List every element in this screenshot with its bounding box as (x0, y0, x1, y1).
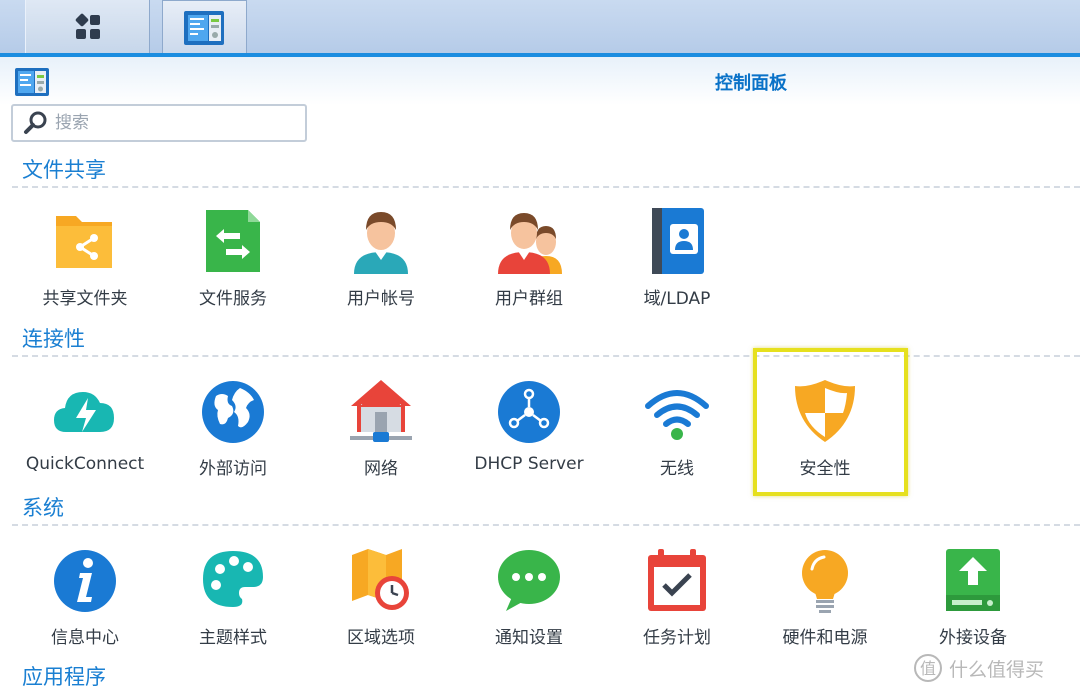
task-scheduler-icon (648, 549, 706, 611)
control-panel-icon (183, 10, 224, 45)
item-label: DHCP Server (474, 454, 584, 474)
watermark-logo-icon: 值 (914, 654, 942, 682)
item-file-services[interactable]: 文件服务 (159, 200, 307, 320)
window-title: 控制面板 (715, 73, 787, 94)
item-quickconnect[interactable]: QuickConnect (11, 370, 159, 490)
notification-icon (498, 550, 560, 611)
item-user-account[interactable]: 用户帐号 (307, 200, 455, 320)
svg-text:值: 值 (920, 659, 936, 678)
bulb-icon (802, 550, 848, 613)
section-title-file-sharing: 文件共享 (22, 158, 106, 182)
window-header: 控制面板 (0, 57, 1080, 105)
item-hardware-power[interactable]: 硬件和电源 (751, 539, 899, 659)
section-title-applications: 应用程序 (22, 665, 106, 689)
user-icon (354, 212, 408, 274)
quickconnect-icon (54, 392, 114, 432)
wireless-icon (645, 390, 709, 440)
item-label: 通知设置 (495, 628, 563, 648)
watermark-text: 什么值得买 (949, 658, 1045, 681)
theme-icon (203, 551, 263, 607)
shared-folder-icon (56, 216, 112, 268)
item-theme[interactable]: 主题样式 (159, 539, 307, 659)
item-label: 文件服务 (199, 289, 267, 309)
item-info-center[interactable]: 信息中心 (11, 539, 159, 659)
section-divider (12, 524, 1080, 526)
item-label: 任务计划 (643, 628, 711, 648)
item-domain-ldap[interactable]: 域/LDAP (603, 200, 751, 320)
group-icon (498, 213, 562, 274)
regional-options-icon (352, 549, 409, 610)
dhcp-server-icon (498, 381, 560, 443)
item-label: 外接设备 (939, 628, 1007, 648)
domain-ldap-icon (652, 208, 704, 274)
item-external-access[interactable]: 外部访问 (159, 370, 307, 490)
item-wireless[interactable]: 无线 (603, 370, 751, 490)
item-label: 共享文件夹 (42, 289, 128, 309)
item-label: 用户帐号 (347, 289, 415, 309)
item-notification[interactable]: 通知设置 (455, 539, 603, 659)
control-panel-task-button[interactable] (162, 0, 247, 54)
item-label: 硬件和电源 (782, 628, 868, 648)
item-label: 区域选项 (347, 628, 415, 648)
main-menu-icon (75, 13, 100, 39)
main-menu-button[interactable] (25, 0, 150, 54)
network-icon (350, 380, 412, 442)
item-label: 域/LDAP (643, 289, 711, 309)
item-label: QuickConnect (25, 454, 145, 474)
item-user-group[interactable]: 用户群组 (455, 200, 603, 320)
section-divider (12, 355, 1080, 357)
file-services-icon (206, 210, 260, 272)
item-label: 用户群组 (495, 289, 563, 309)
item-shared-folder[interactable]: 共享文件夹 (11, 200, 159, 320)
taskbar (0, 0, 1080, 54)
control-panel-icon (15, 68, 49, 96)
section-title-connectivity: 连接性 (22, 327, 85, 351)
highlight-frame (753, 348, 908, 496)
item-regional-options[interactable]: 区域选项 (307, 539, 455, 659)
info-center-icon (54, 550, 116, 612)
item-network[interactable]: 网络 (307, 370, 455, 490)
item-label: 网络 (364, 459, 398, 479)
section-divider (12, 186, 1080, 188)
item-label: 无线 (660, 459, 694, 479)
item-dhcp-server[interactable]: DHCP Server (455, 370, 603, 490)
search-input[interactable] (55, 113, 295, 133)
search-icon (24, 111, 47, 134)
search-box[interactable] (11, 104, 307, 142)
item-label: 主题样式 (199, 628, 267, 648)
item-label: 外部访问 (199, 459, 267, 479)
item-label: 信息中心 (51, 628, 119, 648)
watermark: 值 什么值得买 (913, 652, 1044, 684)
section-title-system: 系统 (22, 496, 64, 520)
external-access-icon (202, 381, 264, 443)
item-external-devices[interactable]: 外接设备 (899, 539, 1047, 659)
item-task-scheduler[interactable]: 任务计划 (603, 539, 751, 659)
external-devices-icon (946, 549, 1000, 611)
